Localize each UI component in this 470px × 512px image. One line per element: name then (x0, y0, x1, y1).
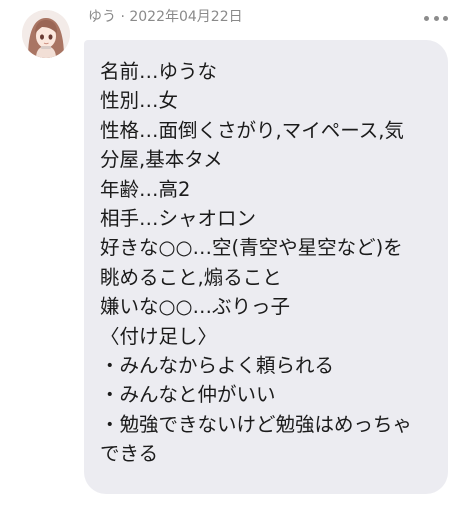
avatar[interactable] (22, 10, 70, 58)
message-line: 眺めること,煽ること (100, 265, 282, 289)
message-line: 名前…ゆうな (100, 60, 218, 83)
message-line: 性別…女 (100, 89, 179, 113)
meta-separator: · (116, 9, 130, 25)
message-line: 〈付け足し〉 (100, 324, 218, 348)
message-line: 年齢…高2 (100, 177, 191, 201)
more-options-icon[interactable] (424, 13, 448, 23)
post-date: 2022年04月22日 (129, 9, 243, 25)
more-dot (433, 15, 439, 21)
message-line: ・みんなと仲がいい (100, 383, 276, 407)
message-line: 嫌いな○○…ぶりっ子 (100, 295, 291, 319)
message-line: できる (100, 442, 159, 466)
message-line: 相手…シャオロン (100, 207, 257, 231)
message-line: ・勉強できないけど勉強はめっちゃ (100, 412, 413, 436)
more-dot (424, 15, 429, 21)
message-line: 性格…面倒くさがり,マイペース,気 (100, 118, 404, 142)
message-line: 分屋,基本タメ (100, 148, 223, 172)
avatar-illustration (22, 10, 70, 58)
post-meta: ゆう · 2022年04月22日 (88, 8, 243, 26)
message-line: 好きな○○…空(青空や星空など)を (100, 236, 403, 260)
message-bubble: 名前…ゆうな 性別…女 性格…面倒くさがり,マイペース,気 分屋,基本タメ 年齢… (84, 40, 448, 494)
more-dot (443, 15, 448, 21)
author-name[interactable]: ゆう (88, 9, 116, 25)
message-line: ・みんなからよく頼られる (100, 354, 335, 378)
